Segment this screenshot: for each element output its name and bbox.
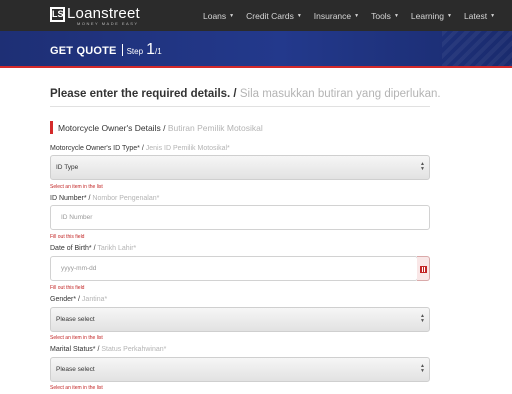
id-number-input[interactable]: ID Number [50,205,430,230]
get-quote-title: GET QUOTE [50,45,117,57]
id-number-label: ID Number* / Nombor Pengenalan* [50,195,160,202]
marital-status-value: Please select [56,366,95,373]
logo-tagline: MONEY MADE EASY [77,21,139,26]
quote-banner: GET QUOTE Step 1 /1 [0,31,512,66]
caret-down-icon: ▼ [393,12,399,19]
banner-pattern [442,31,512,66]
gender-error: Select an item in the list [50,335,103,341]
id-type-error: Select an item in the list [50,184,103,190]
title-divider [121,44,123,56]
step-total: /1 [154,47,162,56]
step-label: Step [126,47,144,56]
id-type-select[interactable]: ID Type ▲ ▼ [50,155,430,180]
dob-placeholder: yyyy-mm-dd [61,265,97,272]
calendar-button[interactable] [417,256,430,281]
nav-tools[interactable]: Tools ▼ [371,11,399,21]
caret-down-icon: ▼ [354,12,360,19]
logo-mark: LS [50,7,65,22]
id-type-label: Motorcycle Owner's ID Type* / Jenis ID P… [50,145,230,152]
top-nav-bar: LS Loanstreet MONEY MADE EASY Loans ▼ Cre… [0,0,512,31]
step-current: 1 [146,41,155,58]
id-type-value: ID Type [56,164,79,171]
select-arrows-icon: ▲ ▼ [420,313,425,324]
gender-label: Gender* / Jantina* [50,296,108,303]
gender-select[interactable]: Please select ▲ ▼ [50,307,430,332]
marital-status-label: Marital Status* / Status Perkahwinan* [50,346,167,353]
dob-label: Date of Birth* / Tarikh Lahir* [50,245,137,252]
section-title: Motorcycle Owner's Details / Butiran Pem… [58,123,263,133]
logo-name: Loanstreet [67,5,140,22]
marital-status-error: Select an item in the list [50,385,103,391]
caret-down-icon: ▼ [296,12,302,19]
caret-down-icon: ▼ [446,12,452,19]
form-heading: Please enter the required details. / Sil… [50,88,441,100]
section-accent-bar [50,121,53,134]
calendar-icon [420,266,427,273]
banner-underline [0,66,512,68]
nav-insurance[interactable]: Insurance ▼ [314,11,359,21]
select-arrows-icon: ▲ ▼ [420,363,425,374]
id-number-placeholder: ID Number [61,214,93,221]
form-heading-malay: Sila masukkan butiran yang diperlukan. [239,88,441,100]
nav-learning[interactable]: Learning ▼ [411,11,452,21]
caret-down-icon: ▼ [229,12,235,19]
banner-title: GET QUOTE Step 1 /1 [50,41,162,59]
nav-loans[interactable]: Loans ▼ [203,11,234,21]
select-arrows-icon: ▲ ▼ [420,161,425,172]
loanstreet-logo[interactable]: LS Loanstreet MONEY MADE EASY [50,5,140,26]
section-title-malay: Butiran Pemilik Motosikal [167,123,263,133]
marital-status-select[interactable]: Please select ▲ ▼ [50,357,430,382]
main-nav: Loans ▼ Credit Cards ▼ Insurance ▼ Tools ▼ L… [203,0,507,31]
dob-error: Fill out this field [50,285,85,291]
gender-value: Please select [56,316,95,323]
nav-latest[interactable]: Latest ▼ [464,11,495,21]
nav-credit-cards[interactable]: Credit Cards ▼ [246,11,302,21]
id-number-error: Fill out this field [50,234,85,240]
heading-divider [50,106,430,107]
caret-down-icon: ▼ [490,12,496,19]
dob-input[interactable]: yyyy-mm-dd [50,256,418,281]
